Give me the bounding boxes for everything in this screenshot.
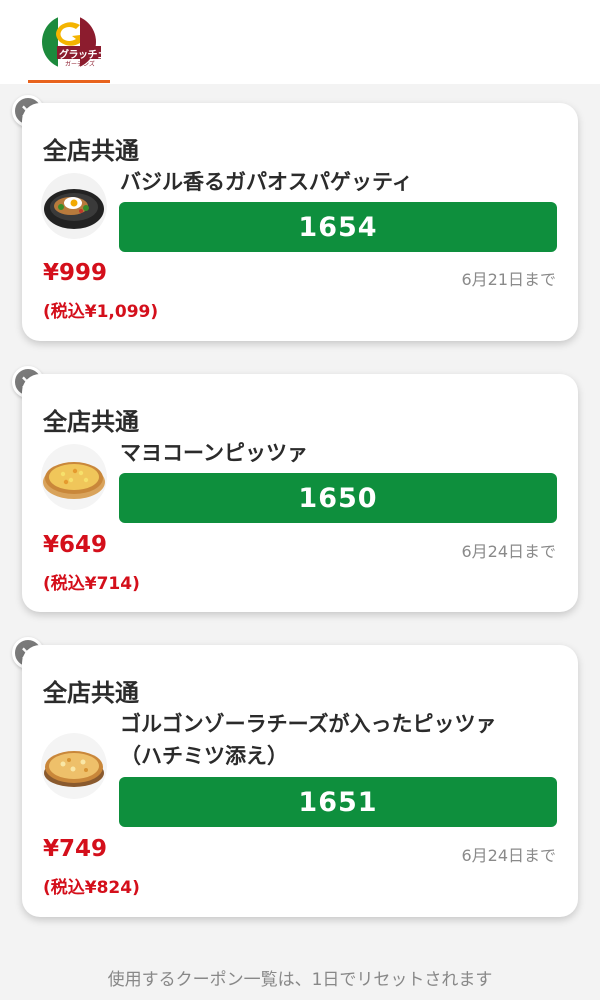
price-tax-included: (税込¥1,099): [43, 302, 159, 322]
item-name: ゴルゴンゾーラチーズが入ったピッツァ: [120, 712, 497, 736]
store-scope-label: 全店共通: [43, 408, 139, 436]
price: ¥649: [43, 532, 108, 558]
coupon-code-button[interactable]: 1654: [119, 202, 557, 252]
price: ¥749: [43, 836, 108, 862]
price-tax-included: (税込¥824): [43, 878, 140, 898]
expiry-date: 6月24日まで: [461, 846, 556, 865]
coupon-code: 1651: [298, 786, 378, 818]
item-name: バジル香るガパオスパゲッティ: [120, 170, 413, 194]
coupon-card: 全店共通 バジル香るガパオスパゲッティ 1654 ¥999 6月21日まで (税…: [22, 103, 578, 341]
coupon-code: 1654: [298, 211, 378, 243]
expiry-date: 6月24日まで: [461, 542, 556, 561]
app-header: グラッチェ ガーデンズ: [0, 0, 600, 84]
brand-logo-subtext: ガーデンズ: [65, 61, 95, 68]
reset-notice: 使用するクーポン一覧は、1日でリセットされます: [107, 970, 493, 990]
pizza-icon: [41, 733, 107, 799]
item-name: マヨコーンピッツァ: [120, 441, 308, 465]
expiry-date: 6月21日まで: [461, 270, 556, 289]
coupon-code: 1650: [298, 482, 378, 514]
store-scope-label: 全店共通: [43, 137, 139, 165]
pasta-dish-icon: [41, 173, 107, 239]
store-scope-label: 全店共通: [43, 679, 139, 707]
brand-tab[interactable]: グラッチェ ガーデンズ: [28, 0, 110, 84]
coupon-code-button[interactable]: 1650: [119, 473, 557, 523]
price-tax-included: (税込¥714): [43, 574, 140, 594]
coupon-card: 全店共通 ゴルゴンゾーラチーズが入ったピッツァ （ハチミツ添え） 1651 ¥7…: [22, 645, 578, 917]
item-name-line2: （ハチミツ添え）: [120, 744, 288, 768]
active-tab-indicator: [28, 80, 110, 83]
price: ¥999: [43, 260, 108, 286]
pizza-icon: [41, 444, 107, 510]
coupon-card: 全店共通 マヨコーンピッツァ 1650 ¥649 6月24日まで (税込¥714…: [22, 374, 578, 612]
coupon-code-button[interactable]: 1651: [119, 777, 557, 827]
